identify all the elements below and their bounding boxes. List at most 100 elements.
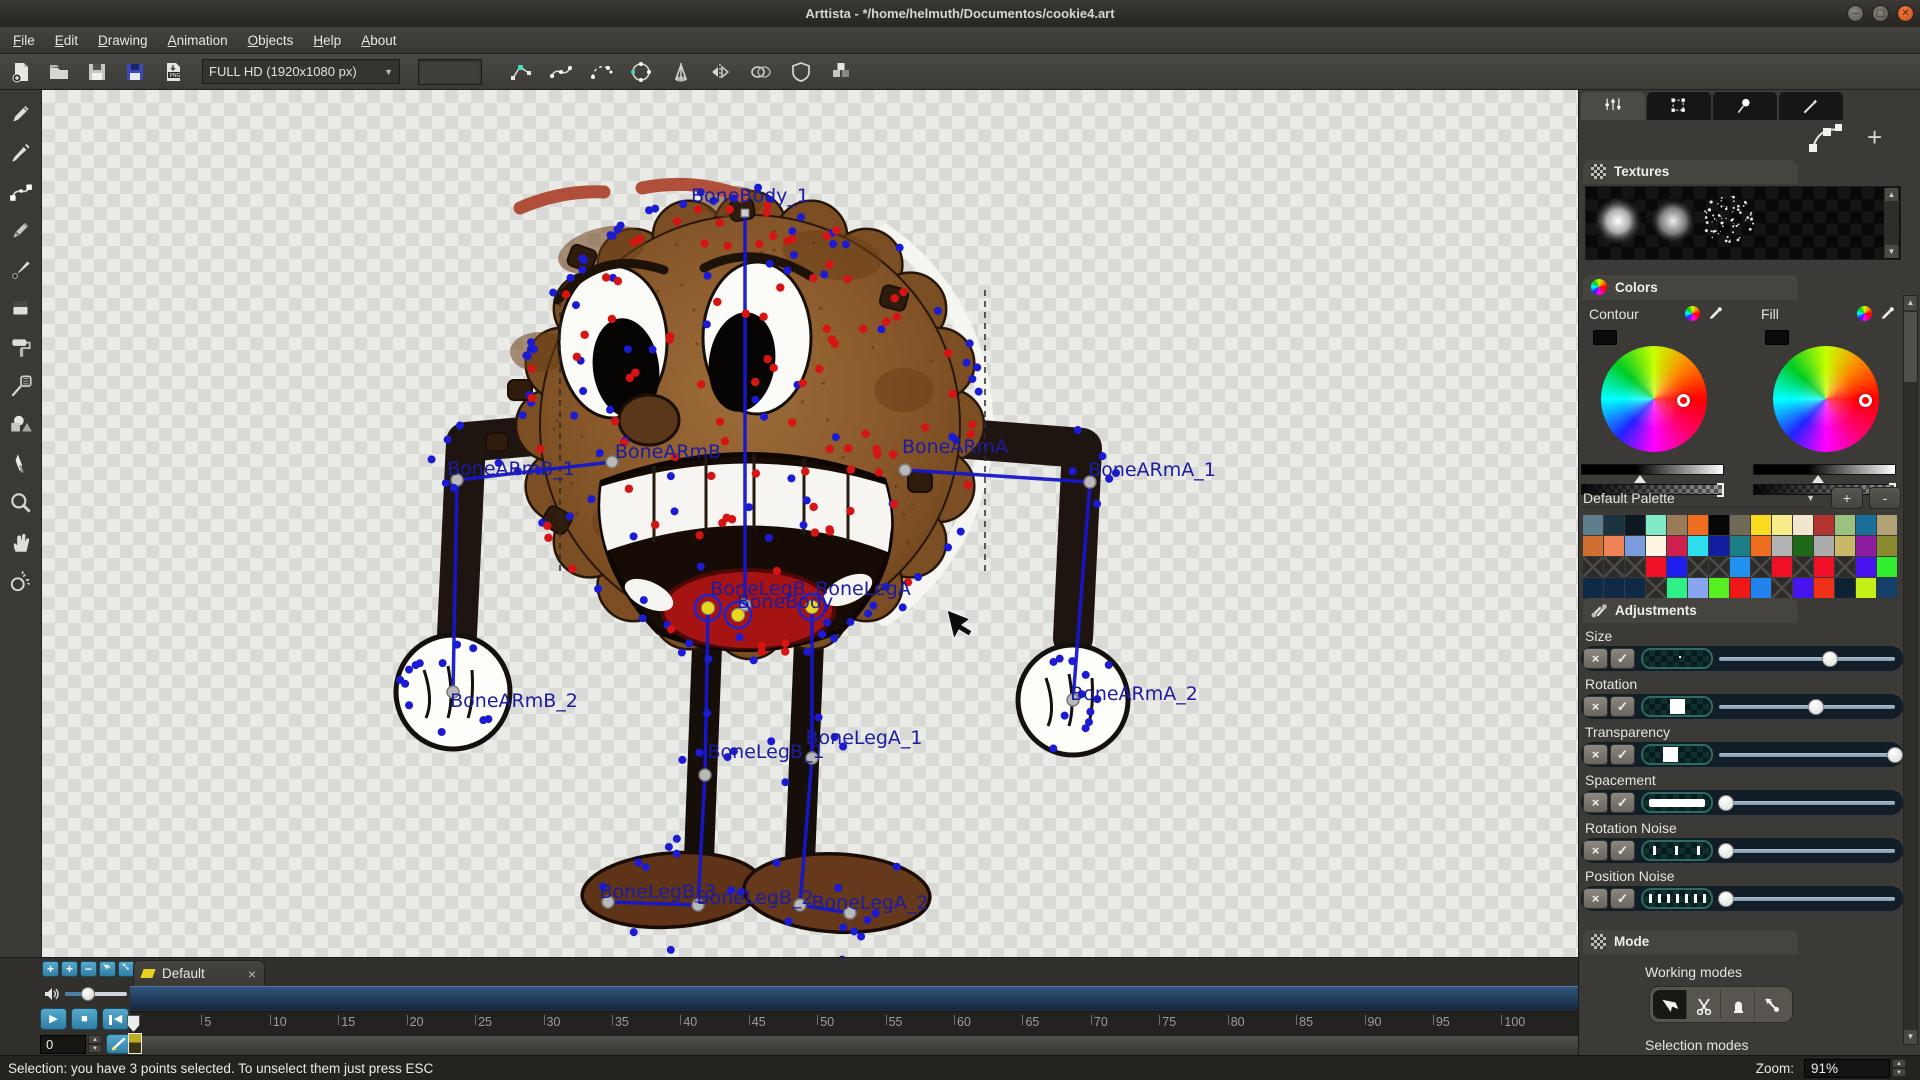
selected-point[interactable]	[702, 602, 715, 615]
clear-button[interactable]: ×	[1583, 792, 1608, 813]
contour-wheel-icon[interactable]	[1685, 306, 1700, 321]
adjustment-slider[interactable]	[1719, 849, 1895, 853]
fill-color-wheel[interactable]	[1773, 346, 1879, 452]
palette-swatch[interactable]	[1688, 536, 1708, 556]
add-layer-button[interactable]: +	[1867, 125, 1882, 149]
palette-swatch[interactable]	[1814, 557, 1834, 577]
adjustments-header[interactable]: Adjustments	[1583, 598, 1798, 623]
drawing-canvas[interactable]: BoneBody_1BoneARmBBoneARmABoneARmB_1Bone…	[42, 90, 1578, 957]
palette-swatch[interactable]	[1646, 578, 1666, 598]
working-mode-select-arrow[interactable]	[1653, 990, 1687, 1019]
paint-roller-icon[interactable]	[5, 332, 37, 362]
remove-point-button[interactable]: −	[80, 961, 97, 977]
bone-joint[interactable]	[699, 769, 711, 781]
apply-button[interactable]: ✓	[1610, 648, 1635, 669]
palette-remove-button[interactable]: -	[1869, 487, 1901, 509]
fill-wheel-icon[interactable]	[1857, 306, 1872, 321]
speaker-icon[interactable]	[44, 987, 59, 1001]
panel-tab-adjust-tab[interactable]	[1581, 92, 1645, 120]
blocks-icon[interactable]	[824, 57, 858, 87]
contour-wheel-marker[interactable]	[1677, 394, 1690, 407]
bone-label[interactable]: BoneLegA_2	[812, 892, 929, 914]
timeline-track-area[interactable]	[130, 1036, 1578, 1056]
hand-icon[interactable]	[5, 527, 37, 557]
palette-swatch[interactable]	[1583, 578, 1603, 598]
add-frame-button[interactable]: +	[42, 961, 59, 977]
play-button[interactable]: ▶	[40, 1008, 67, 1030]
palette-swatch[interactable]	[1751, 536, 1771, 556]
palette-swatch[interactable]	[1709, 536, 1729, 556]
clear-button[interactable]: ×	[1583, 744, 1608, 765]
fill-current-swatch[interactable]	[1765, 330, 1789, 345]
textures-header[interactable]: Textures	[1583, 160, 1798, 184]
scroll-down-icon[interactable]: ▼	[1885, 245, 1898, 258]
palette-swatch[interactable]	[1835, 557, 1855, 577]
bone-label[interactable]: BoneARmB_1	[447, 458, 575, 480]
apply-button[interactable]: ✓	[1610, 792, 1635, 813]
working-mode-move-point[interactable]	[1755, 990, 1789, 1019]
bone-label[interactable]: BoneBody_1	[691, 185, 809, 207]
palette-swatch[interactable]	[1835, 536, 1855, 556]
pencil-icon[interactable]	[5, 98, 37, 128]
palette-swatch[interactable]	[1604, 578, 1624, 598]
palette-swatch[interactable]	[1646, 536, 1666, 556]
maximize-icon[interactable]: ▢	[1872, 5, 1889, 22]
texture-speckle-brush[interactable]	[1704, 196, 1754, 243]
clear-button[interactable]: ×	[1583, 696, 1608, 717]
close-icon[interactable]: ✕	[1897, 5, 1914, 22]
palette-swatch[interactable]	[1856, 536, 1876, 556]
fill-wheel-marker[interactable]	[1859, 394, 1872, 407]
palette-swatch[interactable]	[1772, 557, 1792, 577]
palette-swatch[interactable]	[1604, 536, 1624, 556]
adjustment-slider[interactable]	[1719, 897, 1895, 901]
palette-swatch[interactable]	[1646, 515, 1666, 535]
slider-thumb[interactable]	[1822, 651, 1838, 667]
slider-thumb[interactable]	[1718, 891, 1734, 907]
palette-add-button[interactable]: +	[1831, 487, 1863, 509]
palette-swatch[interactable]	[1730, 578, 1750, 598]
paintbrush-icon[interactable]	[5, 137, 37, 167]
palette-swatch[interactable]	[1856, 515, 1876, 535]
palette-swatch[interactable]	[1751, 578, 1771, 598]
adjustment-slider[interactable]	[1719, 657, 1895, 661]
palette-swatch[interactable]	[1730, 536, 1750, 556]
mode-header[interactable]: Mode	[1583, 930, 1798, 954]
menu-item-drawing[interactable]: Drawing	[91, 29, 155, 52]
go-to-start-button[interactable]: ◀	[102, 1008, 129, 1030]
menu-item-edit[interactable]: Edit	[48, 29, 85, 52]
frame-ruler[interactable]: 5101520253035404550556065707580859095100	[130, 1011, 1578, 1036]
palette-swatch[interactable]	[1730, 557, 1750, 577]
palette-swatch[interactable]	[1772, 536, 1792, 556]
open-file-icon[interactable]	[42, 57, 76, 87]
marker-icon[interactable]	[5, 215, 37, 245]
apply-button[interactable]: ✓	[1610, 744, 1635, 765]
palette-swatch[interactable]	[1583, 515, 1603, 535]
stop-button[interactable]: ■	[71, 1008, 98, 1030]
apply-button[interactable]: ✓	[1610, 696, 1635, 717]
circle-edit-icon[interactable]	[624, 57, 658, 87]
palette-swatch[interactable]	[1646, 557, 1666, 577]
scrollbar-thumb[interactable]	[1904, 312, 1917, 382]
texture-grainy-brush[interactable]	[1649, 197, 1697, 245]
contour-color-wheel[interactable]	[1601, 346, 1707, 452]
zoom-down-icon[interactable]: ▼	[1892, 1068, 1906, 1077]
contour-eyedropper-icon[interactable]	[1708, 306, 1723, 321]
menu-item-animation[interactable]: Animation	[161, 29, 235, 52]
palette-swatch[interactable]	[1667, 578, 1687, 598]
bone-label[interactable]: BoneLegB_1	[707, 741, 824, 763]
palette-swatch[interactable]	[1688, 515, 1708, 535]
ink-brush-icon[interactable]	[5, 254, 37, 284]
palette-swatch[interactable]	[1709, 515, 1729, 535]
slider-thumb[interactable]	[1808, 699, 1824, 715]
slider-thumb[interactable]	[1718, 795, 1734, 811]
pattern-stamp-icon[interactable]	[5, 371, 37, 401]
close-tab-icon[interactable]: ×	[248, 966, 256, 982]
texture-scrollbar[interactable]: ▲ ▼	[1884, 188, 1899, 258]
palette-swatch[interactable]	[1709, 557, 1729, 577]
bone-label[interactable]: BoneARmA_1	[1088, 459, 1216, 481]
add-point-button[interactable]: +	[61, 961, 78, 977]
adjustment-slider[interactable]	[1719, 801, 1895, 805]
export-png-icon[interactable]: PNG	[156, 57, 190, 87]
scroll-up-icon[interactable]: ▲	[1885, 188, 1898, 201]
bone-label[interactable]: BoneARmB	[615, 441, 721, 463]
